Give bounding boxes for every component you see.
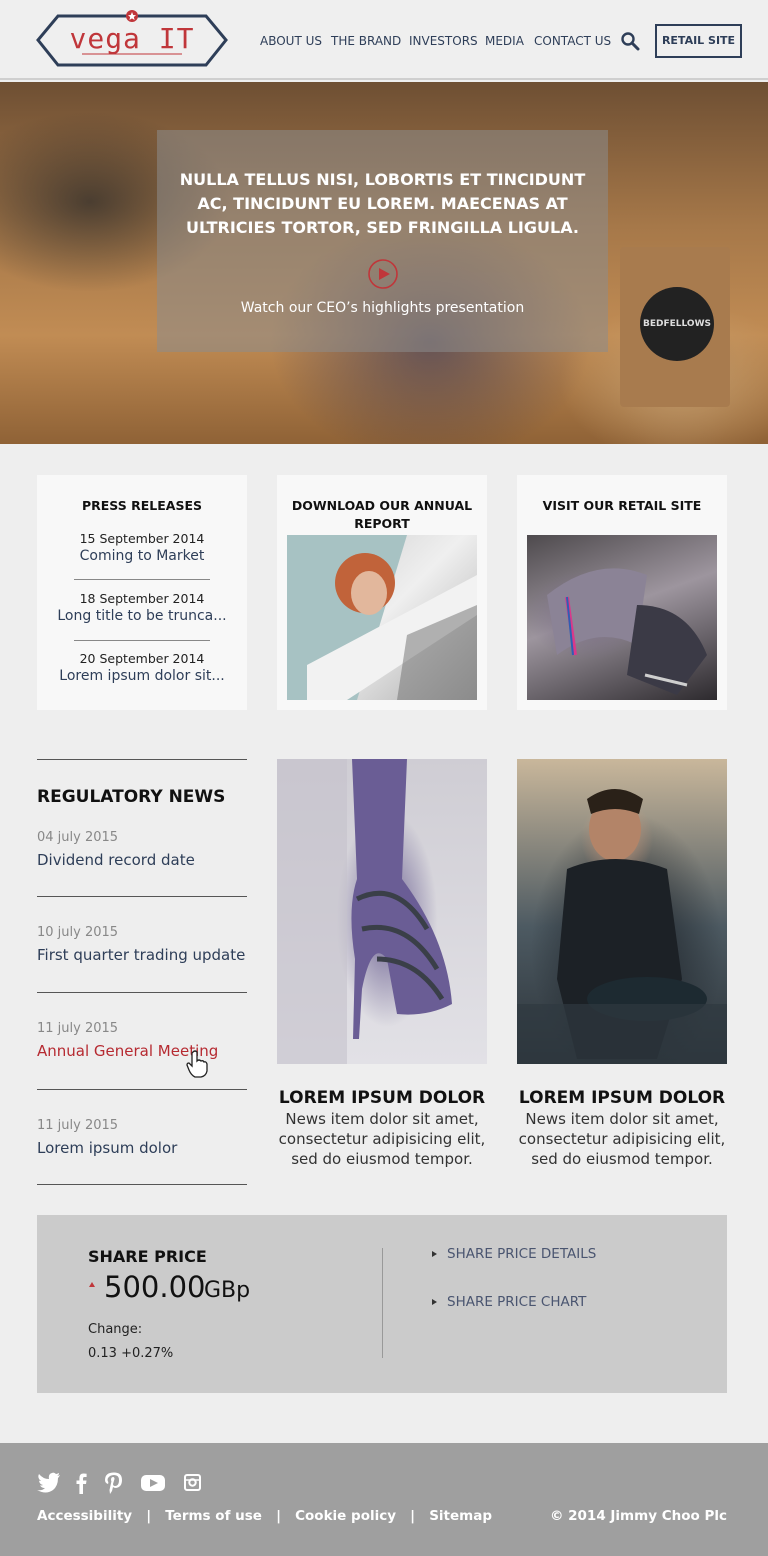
site-header: vega IT ABOUT US THE BRAND INVESTORS MED…: [0, 0, 768, 80]
divider: [37, 896, 247, 897]
news-title[interactable]: LOREM IPSUM DOLOR: [517, 1088, 727, 1108]
divider: [37, 759, 247, 760]
share-price-value: 500.00: [104, 1270, 206, 1304]
footer-links: Accessibility | Terms of use | Cookie po…: [37, 1508, 492, 1524]
share-price-panel: SHARE PRICE 500.00 GBp Change: 0.13 +0.2…: [37, 1215, 727, 1393]
annual-report-image[interactable]: [287, 535, 477, 700]
hero-video-caption[interactable]: Watch our CEO’s highlights presentation: [157, 300, 608, 316]
youtube-icon[interactable]: [140, 1472, 166, 1494]
play-icon[interactable]: [367, 258, 399, 290]
instagram-icon[interactable]: [183, 1472, 203, 1494]
annual-report-title: DOWNLOAD OUR ANNUAL REPORT: [291, 498, 473, 531]
share-price-details-link[interactable]: SHARE PRICE DETAILS: [447, 1246, 596, 1262]
press-release-link[interactable]: Lorem ipsum dolor sit...: [37, 668, 247, 684]
news-title[interactable]: LOREM IPSUM DOLOR: [277, 1088, 487, 1108]
retail-site-card[interactable]: VISIT OUR RETAIL SITE: [517, 475, 727, 710]
footer-link-terms[interactable]: Terms of use: [165, 1508, 262, 1524]
press-release-link[interactable]: Long title to be trunca...: [37, 608, 247, 624]
divider: [382, 1248, 383, 1358]
hand-cursor-icon: [186, 1050, 208, 1078]
regulatory-news-link[interactable]: Lorem ipsum dolor: [37, 1139, 177, 1157]
price-up-icon: [89, 1282, 95, 1287]
footer-link-sitemap[interactable]: Sitemap: [429, 1508, 492, 1524]
divider: [37, 1089, 247, 1090]
news-image-shoe[interactable]: [277, 759, 487, 1064]
regulatory-news-title: REGULATORY NEWS: [37, 787, 226, 807]
nav-investors[interactable]: INVESTORS: [409, 34, 478, 48]
report-cover-graphic: [287, 535, 477, 700]
divider: [37, 992, 247, 993]
retail-site-button[interactable]: RETAIL SITE: [655, 24, 742, 58]
pinterest-icon[interactable]: [102, 1472, 126, 1494]
news-excerpt: News item dolor sit amet, consectetur ad…: [278, 1110, 486, 1168]
news-date: 11 july 2015: [37, 1118, 119, 1133]
news-date: 10 july 2015: [37, 925, 119, 940]
nav-about-us[interactable]: ABOUT US: [260, 34, 322, 48]
bullet-arrow-icon: [432, 1299, 437, 1305]
divider: [74, 640, 210, 641]
press-release-date: 18 September 2014: [79, 591, 205, 606]
news-image-man[interactable]: [517, 759, 727, 1064]
hero-headline: NULLA TELLUS NISI, LOBORTIS ET TINCIDUNT…: [179, 170, 586, 237]
model-graphic: [517, 789, 727, 1064]
share-price-unit: GBp: [204, 1278, 251, 1303]
logo-text: vega IT: [69, 22, 195, 55]
retail-site-image[interactable]: [527, 535, 717, 700]
search-icon[interactable]: [620, 31, 640, 51]
footer-link-accessibility[interactable]: Accessibility: [37, 1508, 132, 1524]
regulatory-news-link[interactable]: First quarter trading update: [37, 946, 245, 964]
divider: [37, 1184, 247, 1185]
news-date: 11 july 2015: [37, 1021, 119, 1036]
change-value: 0.13 +0.27%: [88, 1346, 174, 1361]
change-label: Change:: [88, 1322, 143, 1337]
logo[interactable]: vega IT: [36, 8, 228, 68]
press-releases-card: PRESS RELEASES 15 September 2014 Coming …: [37, 475, 247, 710]
copyright: © 2014 Jimmy Choo Plc: [549, 1508, 727, 1524]
footer-link-cookie-policy[interactable]: Cookie policy: [295, 1508, 396, 1524]
hero-bag-seal: BEDFELLOWS: [640, 287, 714, 361]
divider: [74, 579, 210, 580]
press-release-date: 15 September 2014: [79, 531, 205, 546]
share-price-label: SHARE PRICE: [88, 1247, 207, 1266]
facebook-icon[interactable]: [70, 1472, 94, 1494]
press-release-date: 20 September 2014: [79, 651, 205, 666]
news-date: 04 july 2015: [37, 830, 119, 845]
site-footer: Accessibility | Terms of use | Cookie po…: [0, 1443, 768, 1556]
nav-contact-us[interactable]: CONTACT US: [534, 34, 611, 48]
shoes-graphic: [547, 568, 707, 695]
hero-overlay: NULLA TELLUS NISI, LOBORTIS ET TINCIDUNT…: [157, 130, 608, 352]
retail-site-title: VISIT OUR RETAIL SITE: [542, 498, 702, 513]
twitter-icon[interactable]: [37, 1472, 61, 1494]
press-release-link[interactable]: Coming to Market: [37, 548, 247, 564]
annual-report-card[interactable]: DOWNLOAD OUR ANNUAL REPORT: [277, 475, 487, 710]
share-price-chart-link[interactable]: SHARE PRICE CHART: [447, 1294, 586, 1310]
nav-the-brand[interactable]: THE BRAND: [331, 34, 401, 48]
news-excerpt: News item dolor sit amet, consectetur ad…: [518, 1110, 726, 1168]
nav-media[interactable]: MEDIA: [485, 34, 524, 48]
press-releases-title: PRESS RELEASES: [81, 498, 202, 513]
regulatory-news-link[interactable]: Dividend record date: [37, 851, 195, 869]
bullet-arrow-icon: [432, 1251, 437, 1257]
high-heel-graphic: [277, 759, 452, 1064]
hero-banner: BEDFELLOWS NULLA TELLUS NISI, LOBORTIS E…: [0, 82, 768, 444]
